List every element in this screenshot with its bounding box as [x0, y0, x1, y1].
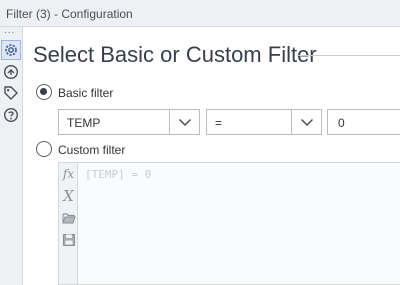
chevron-down-icon [178, 118, 191, 126]
window-title: Filter (3) - Configuration [6, 7, 133, 21]
basic-filter-label[interactable]: Basic filter [58, 86, 113, 100]
expression-editor[interactable]: fx X [TEMP] = 0 [58, 162, 400, 285]
sidebar-item-help[interactable] [1, 105, 21, 125]
expression-toolbar: fx X [59, 163, 78, 284]
value-input[interactable]: 0 [327, 109, 400, 135]
chevron-down-icon [300, 118, 313, 126]
page-title: Select Basic or Custom Filter [33, 42, 317, 67]
save-icon [62, 233, 75, 246]
help-icon [3, 107, 19, 123]
connection-arrow-icon [3, 64, 19, 80]
field-select-value: TEMP [67, 116, 101, 130]
operator-select-toggle[interactable] [291, 110, 321, 134]
save-expression-button[interactable] [60, 231, 77, 248]
folder-open-icon [62, 212, 76, 223]
custom-filter-label[interactable]: Custom filter [58, 143, 125, 157]
sidebar-item-annotation[interactable] [1, 83, 21, 103]
open-expression-button[interactable] [60, 209, 77, 226]
expression-placeholder: [TEMP] = 0 [85, 168, 152, 181]
gear-icon [5, 44, 17, 56]
basic-filter-radio[interactable] [36, 84, 52, 100]
functions-button[interactable]: fx [60, 165, 77, 182]
configuration-panel: Select Basic or Custom Filter Basic filt… [24, 27, 400, 285]
field-select-toggle[interactable] [169, 110, 199, 134]
sidebar-item-connections[interactable] [1, 62, 21, 82]
heading-divider [297, 55, 400, 56]
tag-icon [4, 86, 18, 100]
sidebar: ... [0, 26, 23, 285]
operator-select-value: = [215, 116, 223, 130]
custom-filter-radio[interactable] [36, 141, 52, 157]
sidebar-item-configuration[interactable] [1, 40, 21, 60]
operator-select[interactable]: = [206, 109, 322, 135]
more-dots-icon[interactable]: ... [4, 26, 15, 36]
title-bar: Filter (3) - Configuration [0, 0, 400, 27]
variables-button[interactable]: X [60, 187, 77, 205]
field-select[interactable]: TEMP [58, 109, 200, 135]
value-input-text: 0 [338, 116, 345, 130]
